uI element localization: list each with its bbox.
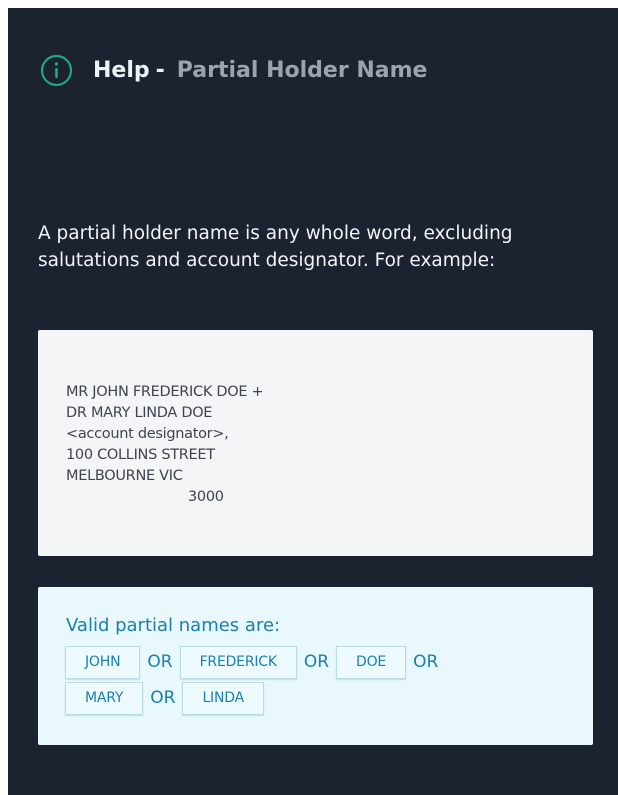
example-address: MR JOHN FREDERICK DOE + DR MARY LINDA DO… [66,382,264,508]
address-line: MELBOURNE VIC [66,468,183,484]
name-chip-doe: DOE [336,645,407,679]
address-line: DR MARY LINDA DOE [66,405,213,421]
name-chip-mary: MARY [65,681,144,715]
help-subtitle: Partial Holder Name [176,57,428,83]
valid-names-heading: Valid partial names are: [66,615,281,636]
info-icon [40,54,73,86]
valid-names-box: Valid partial names are: JOHN OR FREDERI… [38,587,593,745]
name-chip-linda: LINDA [182,681,264,715]
address-line: MR JOHN FREDERICK DOE + [66,384,264,400]
name-chip-frederick: FREDERICK [179,645,297,679]
address-line: <account designator>, [66,426,229,442]
help-header: Help - Partial Holder Name [40,52,427,88]
valid-names-list: JOHN OR FREDERICK OR DOE OR MARY OR LIND… [65,645,575,717]
or-label: OR [413,652,439,672]
help-panel: Help - Partial Holder Name A partial hol… [8,8,618,795]
example-address-box: MR JOHN FREDERICK DOE + DR MARY LINDA DO… [38,330,593,556]
or-label: OR [150,688,176,708]
intro-text: A partial holder name is any whole word,… [38,223,513,271]
title-separator: - [155,57,165,83]
address-line: 100 COLLINS STREET [66,447,215,463]
name-chip-john: JOHN [65,645,141,679]
chip-row: MARY OR LINDA [65,681,575,715]
address-postcode: 3000 [188,489,224,505]
or-label: OR [303,652,330,672]
help-title: Help [93,57,150,83]
chip-row: JOHN OR FREDERICK OR DOE OR [65,645,575,679]
or-label: OR [147,652,173,672]
